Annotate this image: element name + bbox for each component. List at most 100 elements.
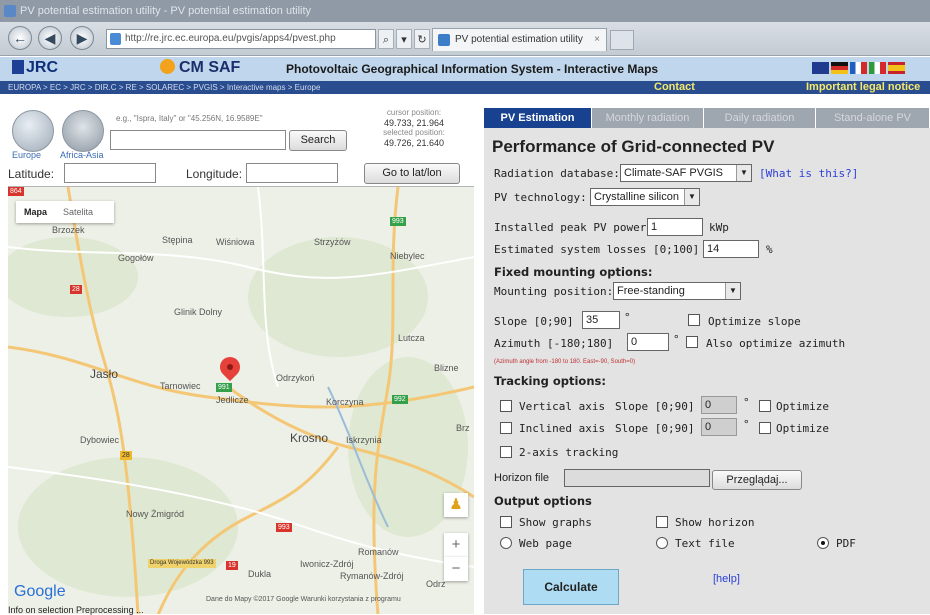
map-place: Nowy Żmigród	[126, 509, 185, 519]
tab-pv-estimation[interactable]: PV Estimation	[484, 108, 592, 128]
web-page-radio[interactable]	[500, 537, 512, 549]
vertical-slope-input[interactable]: 0	[701, 396, 737, 414]
goto-latlon-button[interactable]: Go to lat/lon	[364, 163, 460, 184]
show-horizon-label: Show horizon	[675, 516, 755, 529]
latitude-input[interactable]	[64, 163, 156, 183]
browser-toolbar: ← ◀ ▶ http://re.jrc.ec.europa.eu/pvgis/a…	[0, 22, 930, 56]
latitude-label: Latitude:	[8, 167, 55, 181]
longitude-label: Longitude:	[186, 167, 243, 181]
refresh-icon[interactable]: ↻	[414, 29, 430, 49]
show-horizon-checkbox[interactable]	[656, 516, 668, 528]
zoom-in-button[interactable]: +	[444, 533, 468, 557]
search-input[interactable]	[110, 130, 286, 150]
new-tab-button[interactable]	[610, 30, 634, 50]
what-is-this-link[interactable]: [What is this?]	[759, 167, 858, 180]
flag-de-icon[interactable]	[831, 62, 848, 74]
pegman-icon[interactable]: ♟	[444, 493, 468, 517]
radiation-db-select[interactable]: Climate-SAF PVGIS ▼	[620, 164, 752, 182]
flag-it-icon[interactable]	[869, 62, 886, 74]
forward-button[interactable]: ▶	[70, 26, 94, 50]
peak-power-label: Installed peak PV power	[494, 221, 647, 234]
slope-input[interactable]: 35	[582, 311, 620, 329]
breadcrumb-text[interactable]: EUROPA > EC > JRC > DIR.C > RE > SOLAREC…	[8, 83, 320, 92]
browse-button[interactable]: Przeglądaj...	[712, 470, 802, 490]
map-place: Dukla	[248, 569, 272, 579]
road-number-badge: 991	[216, 383, 232, 392]
flag-uk-icon[interactable]	[812, 62, 829, 74]
back-arrow-icon[interactable]: ←	[8, 26, 32, 50]
contact-link[interactable]: Contact	[654, 81, 695, 94]
cmsaf-logo[interactable]: CM SAF	[160, 59, 240, 77]
help-link[interactable]: [help]	[713, 573, 740, 585]
horizon-file-input[interactable]	[564, 469, 710, 487]
tab-monthly-radiation[interactable]: Monthly radiation	[592, 108, 704, 128]
flag-es-icon[interactable]	[888, 62, 905, 74]
vertical-optimize-checkbox[interactable]	[759, 400, 771, 412]
show-graphs-label: Show graphs	[519, 516, 592, 529]
mounting-position-select[interactable]: Free-standing ▼	[613, 282, 741, 300]
inclined-optimize-checkbox[interactable]	[759, 422, 771, 434]
tab-favicon	[438, 34, 450, 46]
show-graphs-checkbox[interactable]	[500, 516, 512, 528]
text-file-label: Text file	[675, 537, 735, 550]
map-place: Lutcza	[398, 333, 425, 343]
legal-notice-link[interactable]: Important legal notice	[806, 81, 920, 94]
road-number-badge: 19	[226, 561, 238, 570]
address-bar[interactable]: http://re.jrc.ec.europa.eu/pvgis/apps4/p…	[106, 29, 376, 49]
back-button[interactable]: ◀	[38, 26, 62, 50]
slope-label: Slope [0;90]	[494, 315, 574, 328]
peak-power-unit: kWp	[709, 221, 729, 234]
inclined-slope-input[interactable]: 0	[701, 418, 737, 436]
africa-asia-globe-icon[interactable]	[62, 110, 104, 152]
map-place: Korczyna	[326, 397, 364, 407]
longitude-input[interactable]	[246, 163, 338, 183]
map-place: Brzozek	[52, 225, 85, 235]
dropdown-icon[interactable]: ▾	[396, 29, 412, 49]
tab-stand-alone-pv[interactable]: Stand-alone PV	[816, 108, 930, 128]
zoom-out-button[interactable]: −	[444, 557, 468, 581]
two-axis-checkbox[interactable]	[500, 446, 512, 458]
chevron-down-icon: ▼	[725, 283, 740, 299]
africa-asia-label[interactable]: Africa-Asia	[60, 150, 104, 160]
flag-fr-icon[interactable]	[850, 62, 867, 74]
degree-symbol: °	[624, 311, 631, 324]
road-number-badge: 28	[120, 451, 132, 460]
search-icon[interactable]: ⌕	[378, 29, 394, 49]
calculate-button[interactable]: Calculate	[523, 569, 619, 605]
tab-title: PV potential estimation utility	[455, 34, 583, 45]
optimize-slope-checkbox[interactable]	[688, 314, 700, 326]
chevron-down-icon: ▼	[736, 165, 751, 181]
inclined-axis-checkbox[interactable]	[500, 422, 512, 434]
map-type-satellite[interactable]: Satelita	[55, 201, 101, 223]
pv-technology-select[interactable]: Crystalline silicon ▼	[590, 188, 700, 206]
pdf-radio[interactable]	[817, 537, 829, 549]
map-attribution[interactable]: Dane do Mapy ©2017 Google Warunki korzys…	[206, 596, 401, 603]
map-type-map[interactable]: Mapa	[16, 201, 55, 223]
address-text: http://re.jrc.ec.europa.eu/pvgis/apps4/p…	[125, 33, 336, 44]
road-number-badge: 993	[276, 523, 292, 532]
jrc-logo[interactable]: JRC	[12, 59, 58, 77]
window-title-bar: PV potential estimation utility - PV pot…	[0, 0, 930, 22]
language-flags	[812, 62, 907, 76]
map-type-control: Mapa Satelita	[16, 201, 114, 223]
tab-daily-radiation[interactable]: Daily radiation	[704, 108, 816, 128]
browser-tab[interactable]: PV potential estimation utility ×	[432, 28, 607, 51]
close-icon[interactable]: ×	[594, 29, 600, 51]
map-place: Blizne	[434, 363, 459, 373]
europe-globe-icon[interactable]	[12, 110, 54, 152]
map-place: Glinik Dolny	[174, 307, 223, 317]
vertical-axis-checkbox[interactable]	[500, 400, 512, 412]
map-view[interactable]: Mapa Satelita 864 993 28 992 991 28 993 1…	[8, 186, 474, 614]
azimuth-input[interactable]: 0	[627, 333, 669, 351]
vertical-optimize-label: Optimize	[776, 400, 829, 413]
optimize-azimuth-label: Also optimize azimuth	[706, 337, 846, 350]
optimize-azimuth-checkbox[interactable]	[686, 336, 698, 348]
map-place: Odrz	[426, 579, 446, 589]
system-losses-input[interactable]: 14	[703, 240, 759, 258]
vertical-axis-label: Vertical axis	[519, 400, 606, 413]
pdf-label: PDF	[836, 537, 856, 550]
search-button[interactable]: Search	[289, 130, 347, 151]
europe-label[interactable]: Europe	[12, 150, 41, 160]
peak-power-input[interactable]: 1	[647, 218, 703, 236]
text-file-radio[interactable]	[656, 537, 668, 549]
